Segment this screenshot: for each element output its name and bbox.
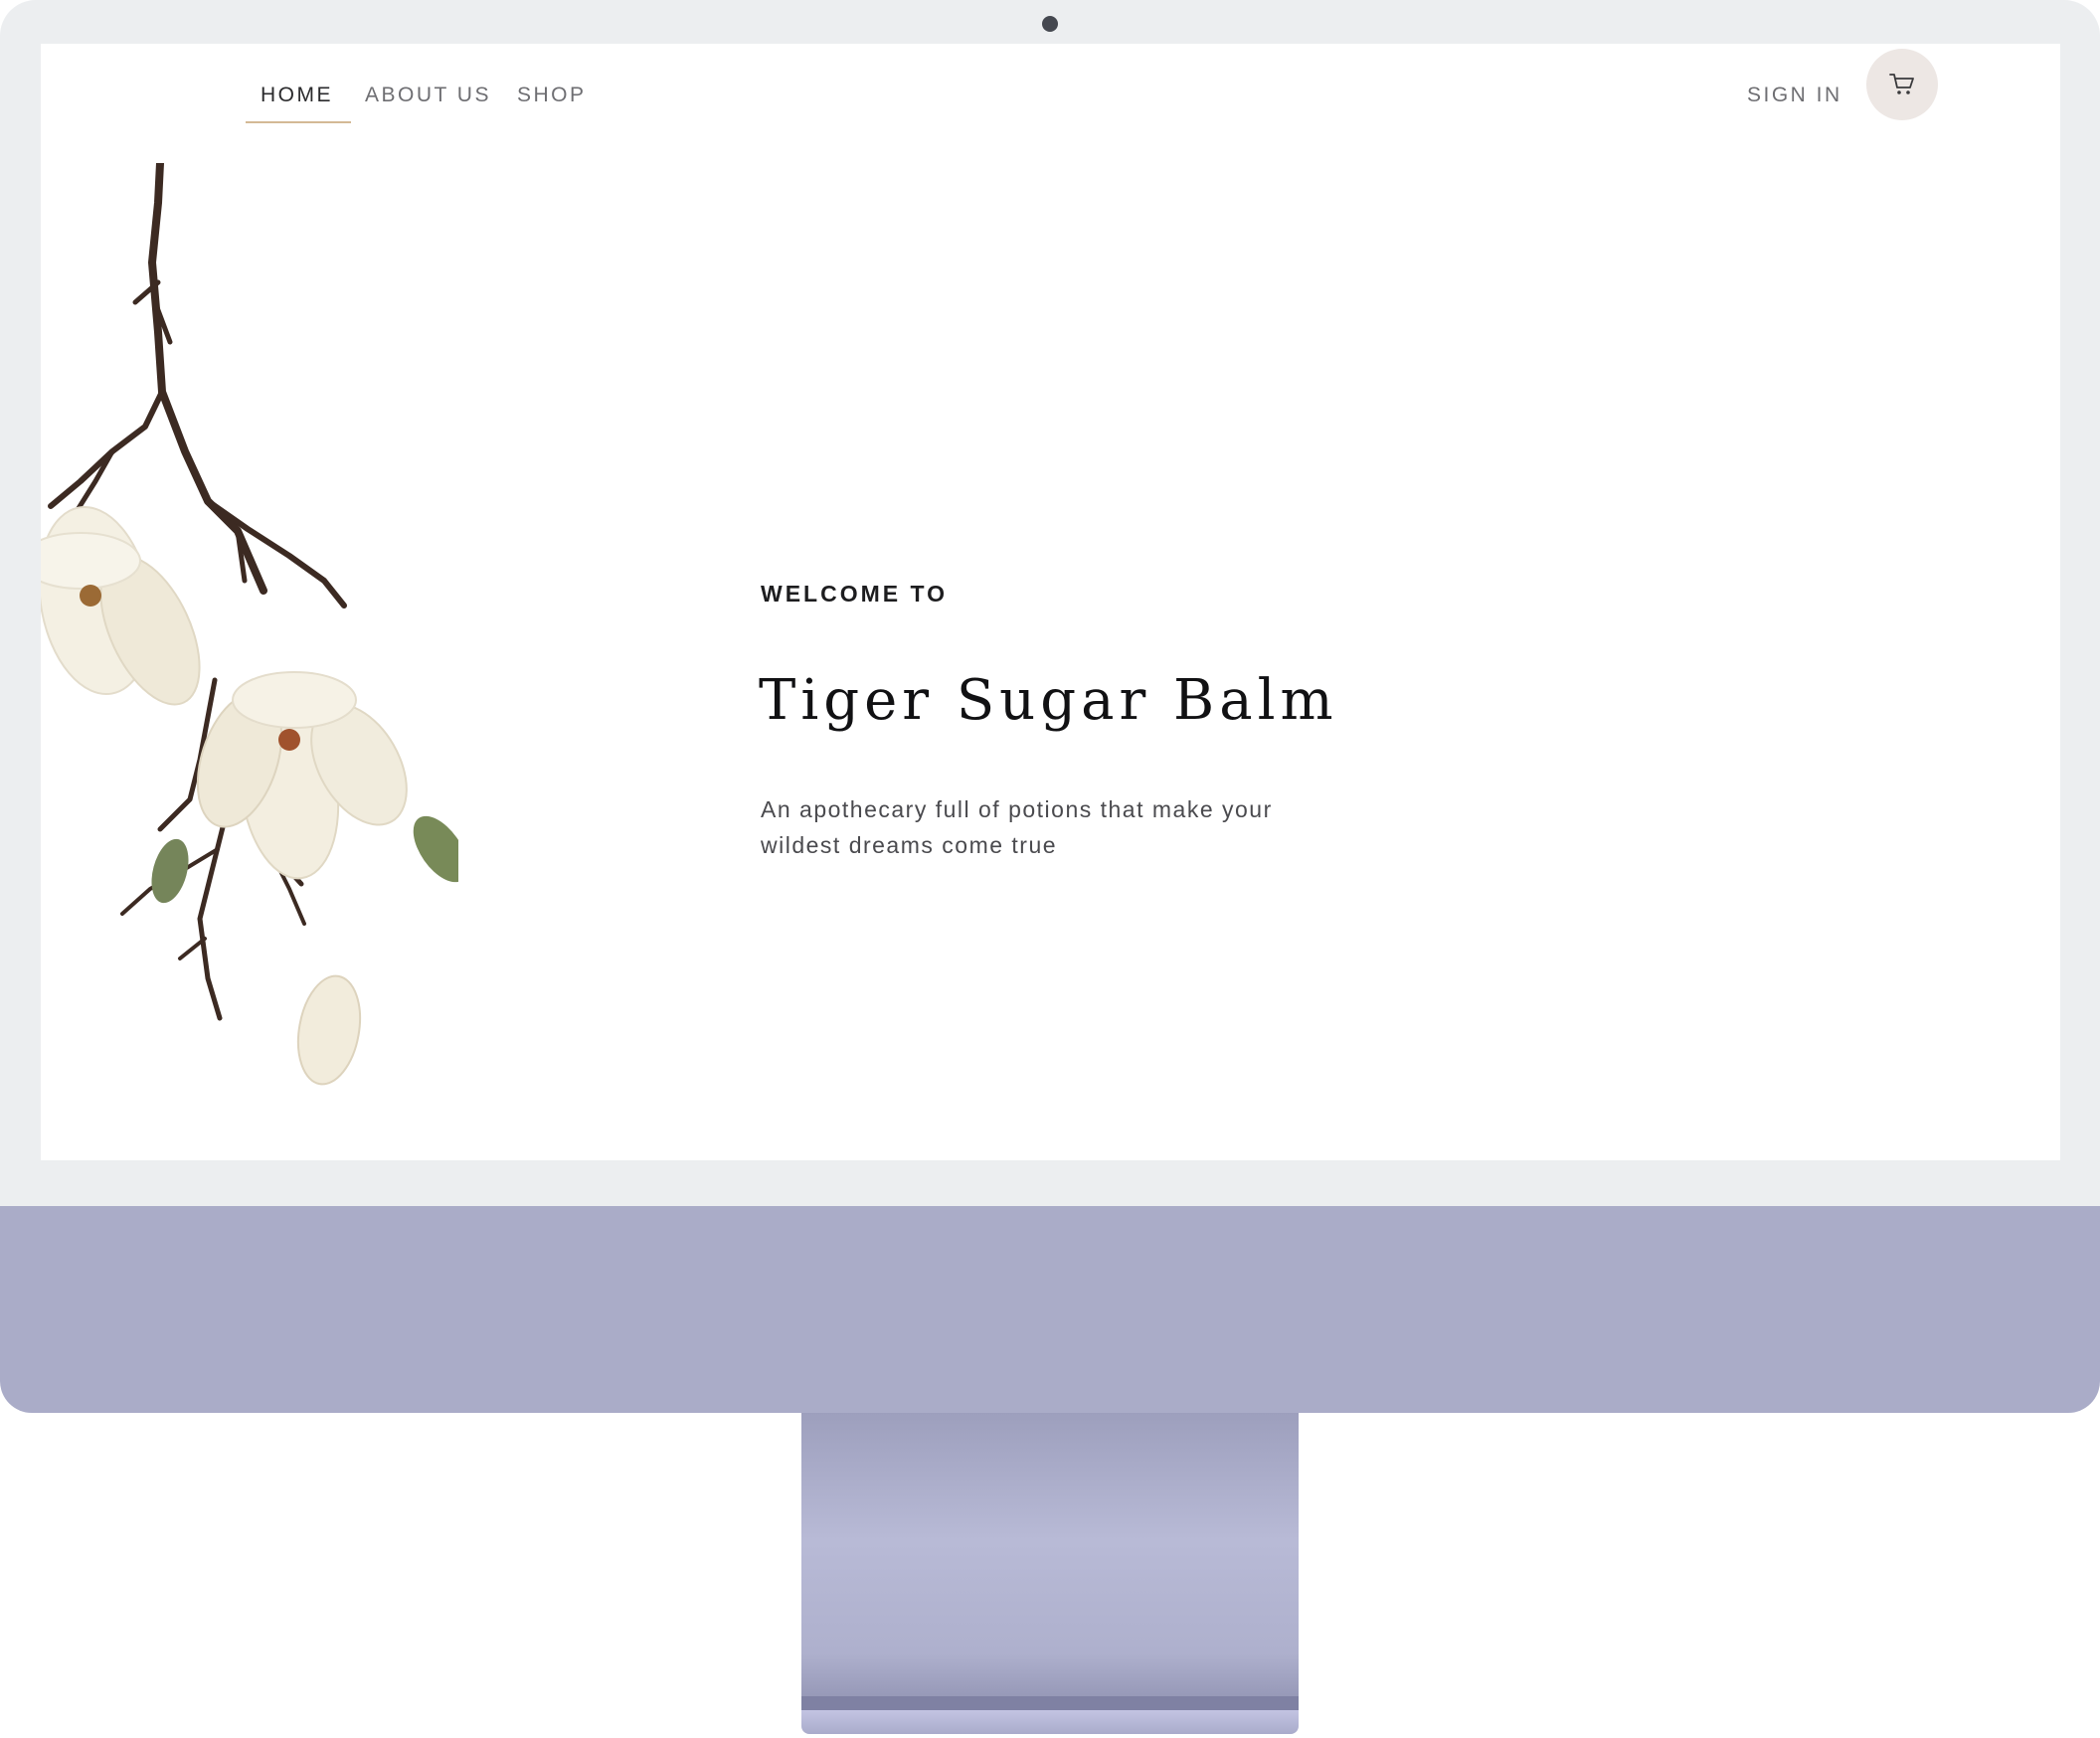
monitor-stand <box>801 1413 1299 1696</box>
shopping-cart-icon <box>1889 74 1914 94</box>
webcam <box>1042 16 1058 32</box>
magnolia-branch-image <box>41 163 458 1086</box>
hero-tagline-line-2: wildest dreams come true <box>761 832 1058 858</box>
hero-eyebrow: WELCOME TO <box>761 581 949 607</box>
nav-about-us-link[interactable]: ABOUT US <box>365 84 491 107</box>
hero-title: Tiger Sugar Balm <box>759 668 1338 733</box>
cart-button[interactable] <box>1866 49 1938 120</box>
nav-home-link[interactable]: HOME <box>261 84 333 107</box>
nav-shop-link[interactable]: SHOP <box>517 84 587 107</box>
hero-tagline-line-1: An apothecary full of potions that make … <box>761 796 1273 822</box>
stand-foot <box>801 1710 1299 1734</box>
sign-in-link[interactable]: SIGN IN <box>1747 84 1842 107</box>
website-screen: HOME ABOUT US SHOP SIGN IN WELCOME TO Ti… <box>41 44 2060 1160</box>
hero-tagline: An apothecary full of potions that make … <box>761 791 1397 863</box>
active-nav-indicator <box>246 121 351 123</box>
stand-hinge <box>801 1696 1299 1710</box>
monitor-chin <box>0 1206 2100 1413</box>
